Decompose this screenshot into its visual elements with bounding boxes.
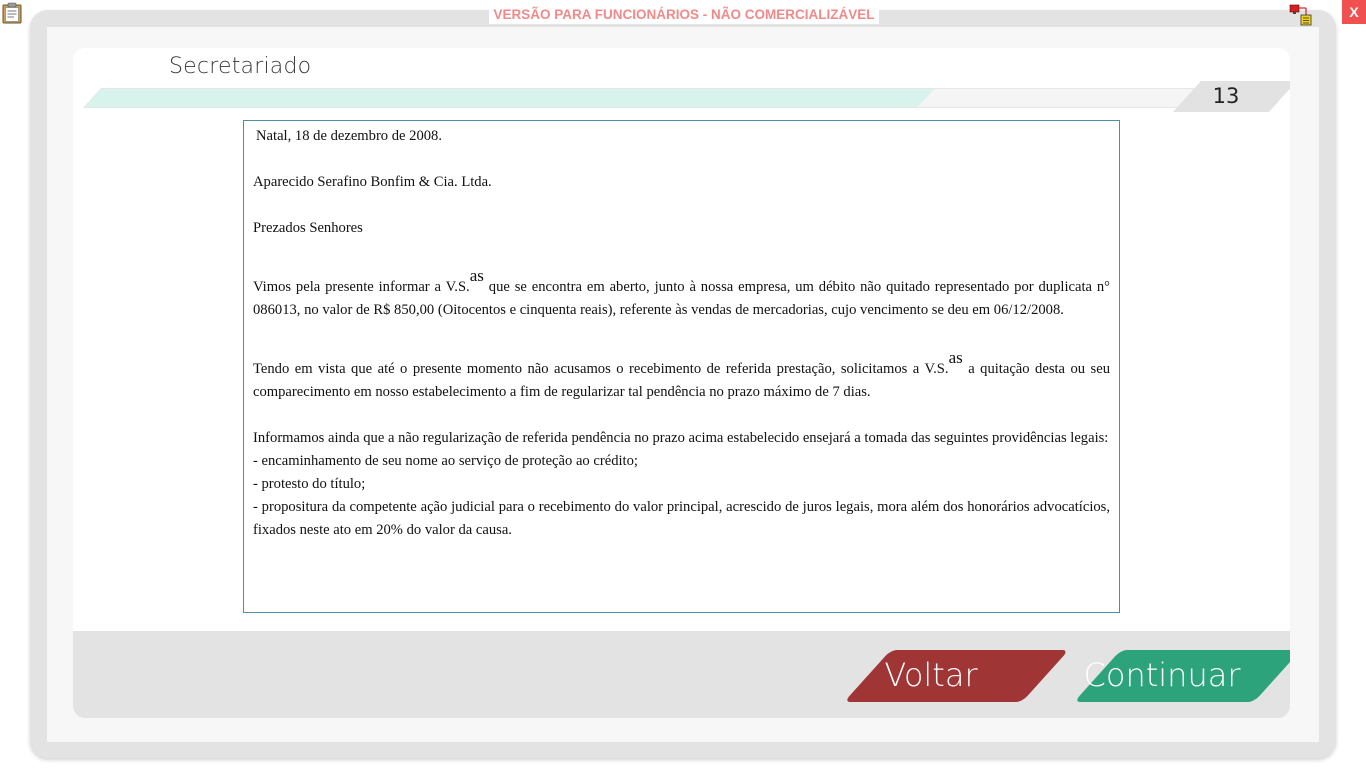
back-button-label[interactable]: Voltar bbox=[849, 656, 1013, 694]
footer-bar: Voltar Continuar bbox=[73, 631, 1290, 718]
letter-paragraph-2: Tendo em vista que até o presente moment… bbox=[253, 348, 1111, 400]
letter-list-item: - propositura da competente ação judicia… bbox=[253, 499, 1110, 538]
network-icon[interactable] bbox=[1288, 3, 1314, 27]
letter-list-item: - protesto do título; bbox=[253, 476, 366, 492]
continue-button-label[interactable]: Continuar bbox=[1077, 656, 1247, 694]
letter-paragraph-1: Vimos pela presente informar a V.S.as qu… bbox=[253, 266, 1111, 318]
letter-date: Natal, 18 de dezembro de 2008. bbox=[256, 128, 443, 144]
letter-box: Natal, 18 de dezembro de 2008. Aparecido… bbox=[243, 120, 1120, 613]
section-title: Secretariado bbox=[169, 54, 312, 79]
letter-paragraph-3: Informamos ainda que a não regularização… bbox=[253, 430, 1109, 446]
close-button[interactable]: X bbox=[1342, 0, 1366, 24]
letter-addressee: Aparecido Serafino Bonfim & Cia. Ltda. bbox=[253, 174, 492, 190]
progress-bar bbox=[83, 88, 1214, 108]
clipboard-icon[interactable] bbox=[2, 2, 22, 24]
letter-list-item: - encaminhamento de seu nome ao serviço … bbox=[253, 453, 638, 469]
progress-fill bbox=[84, 89, 934, 107]
watermark-banner: VERSÃO PARA FUNCIONÁRIOS - NÃO COMERCIAL… bbox=[489, 5, 879, 24]
letter-salutation: Prezados Senhores bbox=[253, 220, 363, 236]
page-number: 13 bbox=[1212, 84, 1240, 108]
content-card: Secretariado 13 Natal, 18 de dezembro de… bbox=[73, 48, 1290, 718]
